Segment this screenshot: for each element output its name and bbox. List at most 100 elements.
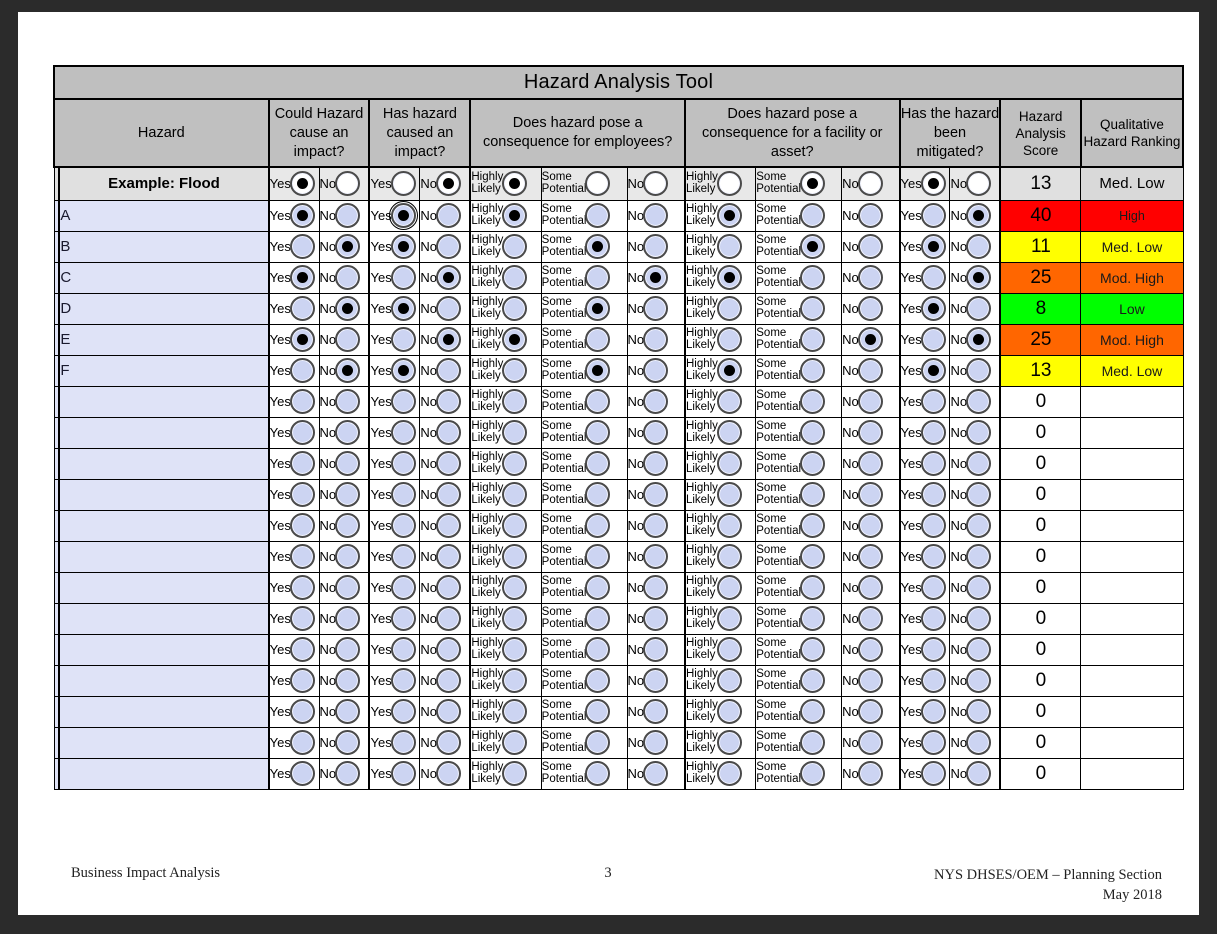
has-caused-no-15-control[interactable]: No — [420, 635, 469, 665]
has-caused-no-0[interactable]: No — [419, 166, 472, 201]
radio-knob[interactable] — [857, 451, 883, 476]
radio-knob[interactable] — [800, 575, 826, 600]
could-cause-yes-16-control[interactable]: Yes — [270, 666, 319, 696]
mitigated-yes-8[interactable]: Yes — [898, 416, 951, 449]
mitigated-no-4-control[interactable]: No — [950, 294, 999, 324]
radio-knob[interactable] — [966, 358, 992, 383]
radio-knob[interactable] — [920, 420, 946, 445]
radio-knob[interactable] — [643, 637, 669, 662]
mitigated-yes-9[interactable]: Yes — [898, 447, 951, 480]
radio-knob[interactable] — [920, 171, 946, 197]
radio-knob[interactable] — [966, 171, 992, 197]
radio-knob[interactable] — [643, 513, 669, 538]
radio-knob[interactable] — [585, 171, 611, 197]
employees-highly-likely-6[interactable]: Highly Likely — [469, 354, 542, 387]
employees-highly-likely-6-control[interactable]: Highly Likely — [471, 356, 540, 386]
mitigated-no-13-control[interactable]: No — [950, 573, 999, 603]
has-caused-no-7[interactable]: No — [419, 385, 472, 418]
radio-knob[interactable] — [335, 699, 361, 724]
radio-knob[interactable] — [335, 327, 361, 352]
has-caused-no-5-control[interactable]: No — [420, 325, 469, 355]
radio-knob[interactable] — [716, 606, 742, 631]
radio-knob[interactable] — [857, 265, 883, 290]
radio-knob[interactable] — [585, 482, 611, 507]
radio-knob[interactable] — [289, 203, 315, 228]
facility-highly-likely-0-control[interactable]: Highly Likely — [686, 168, 755, 200]
facility-highly-likely-1[interactable]: Highly Likely — [683, 199, 757, 232]
employees-some-potential-5-control[interactable]: Some Potential — [542, 325, 627, 355]
employees-highly-likely-10-control[interactable]: Highly Likely — [471, 480, 540, 510]
facility-some-potential-8[interactable]: Some Potential — [755, 416, 843, 449]
mitigated-yes-5-control[interactable]: Yes — [901, 325, 950, 355]
facility-highly-likely-3-control[interactable]: Highly Likely — [686, 263, 755, 293]
radio-knob[interactable] — [289, 482, 315, 507]
has-caused-yes-1-control[interactable]: Yes — [370, 201, 419, 231]
facility-no-4[interactable]: No — [841, 292, 901, 325]
mitigated-no-7[interactable]: No — [949, 385, 1002, 418]
facility-no-10-control[interactable]: No — [842, 480, 898, 510]
mitigated-yes-3[interactable]: Yes — [898, 261, 951, 294]
has-caused-yes-9[interactable]: Yes — [368, 447, 421, 480]
radio-knob[interactable] — [335, 451, 361, 476]
radio-knob[interactable] — [716, 327, 742, 352]
radio-knob[interactable] — [966, 668, 992, 693]
radio-knob[interactable] — [966, 761, 992, 786]
radio-knob[interactable] — [390, 234, 416, 259]
radio-knob[interactable] — [920, 637, 946, 662]
employees-some-potential-8[interactable]: Some Potential — [540, 416, 628, 449]
has-caused-no-14[interactable]: No — [419, 602, 472, 635]
could-cause-no-0-control[interactable]: No — [320, 168, 369, 200]
has-caused-no-11[interactable]: No — [419, 509, 472, 542]
could-cause-yes-0[interactable]: Yes — [267, 166, 320, 201]
facility-no-10[interactable]: No — [841, 478, 901, 511]
radio-knob[interactable] — [502, 544, 528, 569]
mitigated-no-11[interactable]: No — [949, 509, 1002, 542]
radio-knob[interactable] — [857, 699, 883, 724]
employees-no-1-control[interactable]: No — [628, 201, 684, 231]
radio-knob[interactable] — [585, 358, 611, 383]
radio-knob[interactable] — [390, 606, 416, 631]
radio-knob[interactable] — [390, 575, 416, 600]
employees-some-potential-12-control[interactable]: Some Potential — [542, 542, 627, 572]
has-caused-no-3[interactable]: No — [419, 261, 472, 294]
could-cause-yes-11-control[interactable]: Yes — [270, 511, 319, 541]
mitigated-no-10-control[interactable]: No — [950, 480, 999, 510]
employees-no-4[interactable]: No — [626, 292, 686, 325]
could-cause-no-2[interactable]: No — [318, 230, 371, 263]
could-cause-no-5-control[interactable]: No — [320, 325, 369, 355]
radio-knob[interactable] — [436, 171, 462, 197]
employees-no-5-control[interactable]: No — [628, 325, 684, 355]
facility-no-2-control[interactable]: No — [842, 232, 898, 262]
employees-highly-likely-18-control[interactable]: Highly Likely — [471, 728, 540, 758]
employees-highly-likely-9-control[interactable]: Highly Likely — [471, 449, 540, 479]
facility-highly-likely-0[interactable]: Highly Likely — [683, 166, 757, 201]
radio-knob[interactable] — [716, 389, 742, 414]
facility-highly-likely-9[interactable]: Highly Likely — [683, 447, 757, 480]
could-cause-no-3-control[interactable]: No — [320, 263, 369, 293]
radio-knob[interactable] — [436, 637, 462, 662]
radio-knob[interactable] — [502, 296, 528, 321]
has-caused-no-10-control[interactable]: No — [420, 480, 469, 510]
mitigated-no-9-control[interactable]: No — [950, 449, 999, 479]
facility-no-19[interactable]: No — [841, 757, 901, 790]
radio-knob[interactable] — [502, 513, 528, 538]
employees-highly-likely-15-control[interactable]: Highly Likely — [471, 635, 540, 665]
could-cause-no-1-control[interactable]: No — [320, 201, 369, 231]
radio-knob[interactable] — [800, 544, 826, 569]
facility-no-1[interactable]: No — [841, 199, 901, 232]
employees-highly-likely-0[interactable]: Highly Likely — [469, 166, 542, 201]
radio-knob[interactable] — [920, 327, 946, 352]
mitigated-yes-7[interactable]: Yes — [898, 385, 951, 418]
has-caused-no-6-control[interactable]: No — [420, 356, 469, 386]
mitigated-no-19[interactable]: No — [949, 757, 1002, 790]
could-cause-no-7-control[interactable]: No — [320, 387, 369, 417]
could-cause-yes-10[interactable]: Yes — [267, 478, 320, 511]
radio-knob[interactable] — [857, 203, 883, 228]
radio-knob[interactable] — [502, 482, 528, 507]
radio-knob[interactable] — [857, 296, 883, 321]
radio-knob[interactable] — [800, 203, 826, 228]
facility-no-19-control[interactable]: No — [842, 759, 898, 789]
radio-knob[interactable] — [966, 203, 992, 228]
radio-knob[interactable] — [716, 358, 742, 383]
mitigated-yes-5[interactable]: Yes — [898, 323, 951, 356]
